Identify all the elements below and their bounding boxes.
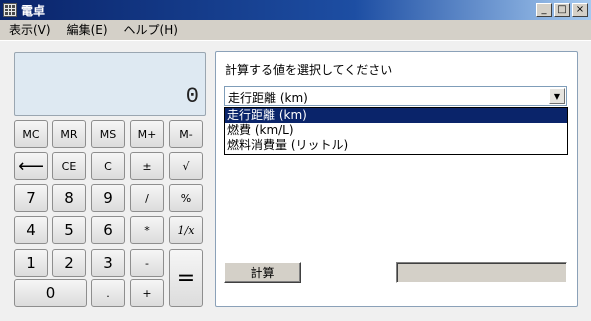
- memory-clear-button[interactable]: MC: [14, 120, 48, 148]
- clear-entry-button[interactable]: CE: [52, 152, 86, 180]
- divide-button[interactable]: /: [130, 184, 164, 212]
- option-fuel-economy[interactable]: 燃費 (km/L): [225, 123, 567, 138]
- backspace-button[interactable]: ⟵: [14, 152, 48, 180]
- digit-6-button[interactable]: 6: [91, 216, 125, 244]
- percent-button[interactable]: %: [169, 184, 203, 212]
- close-button[interactable]: ×: [572, 3, 588, 17]
- subtract-button[interactable]: -: [130, 249, 164, 277]
- equals-button[interactable]: =: [169, 249, 203, 307]
- digit-0-button[interactable]: 0: [14, 279, 87, 307]
- select-prompt-label: 計算する値を選択してください: [225, 63, 393, 77]
- digit-1-button[interactable]: 1: [14, 249, 48, 277]
- clear-button[interactable]: C: [91, 152, 125, 180]
- minimize-button[interactable]: _: [536, 3, 552, 17]
- digit-2-button[interactable]: 2: [52, 249, 86, 277]
- menu-bar: 表示(V) 編集(E) ヘルプ(H): [0, 20, 591, 39]
- decimal-point-button[interactable]: .: [91, 279, 125, 307]
- negate-button[interactable]: ±: [130, 152, 164, 180]
- memory-recall-button[interactable]: MR: [52, 120, 86, 148]
- digit-8-button[interactable]: 8: [52, 184, 86, 212]
- title-bar[interactable]: 電卓 _ □ ×: [0, 0, 591, 20]
- add-button[interactable]: +: [130, 279, 164, 307]
- menu-edit[interactable]: 編集(E): [58, 21, 115, 38]
- select-current-value: 走行距離 (km): [228, 91, 308, 105]
- calculate-button[interactable]: 計算: [224, 262, 301, 283]
- calculator-display: 0: [14, 52, 206, 116]
- digit-7-button[interactable]: 7: [14, 184, 48, 212]
- dropdown-arrow-icon[interactable]: ▼: [549, 88, 565, 104]
- memory-add-button[interactable]: M+: [130, 120, 164, 148]
- memory-subtract-button[interactable]: M-: [169, 120, 203, 148]
- option-fuel-consumption[interactable]: 燃料消費量 (リットル): [225, 138, 567, 153]
- digit-5-button[interactable]: 5: [52, 216, 86, 244]
- digit-3-button[interactable]: 3: [91, 249, 125, 277]
- maximize-button[interactable]: □: [554, 3, 570, 17]
- display-value: 0: [185, 84, 199, 109]
- reciprocal-button[interactable]: 1/x: [169, 216, 203, 244]
- calculation-type-dropdown-list: 走行距離 (km) 燃費 (km/L) 燃料消費量 (リットル): [224, 107, 568, 155]
- result-field: [396, 262, 567, 283]
- window-title: 電卓: [21, 3, 46, 18]
- square-root-button[interactable]: √: [169, 152, 203, 180]
- calculator-app-icon: [3, 3, 17, 17]
- digit-9-button[interactable]: 9: [91, 184, 125, 212]
- menu-help[interactable]: ヘルプ(H): [115, 21, 185, 38]
- calculation-type-select[interactable]: 走行距離 (km) ▼: [224, 86, 567, 106]
- memory-store-button[interactable]: MS: [91, 120, 125, 148]
- option-distance[interactable]: 走行距離 (km): [225, 108, 567, 123]
- menu-view[interactable]: 表示(V): [0, 21, 58, 38]
- multiply-button[interactable]: *: [130, 216, 164, 244]
- digit-4-button[interactable]: 4: [14, 216, 48, 244]
